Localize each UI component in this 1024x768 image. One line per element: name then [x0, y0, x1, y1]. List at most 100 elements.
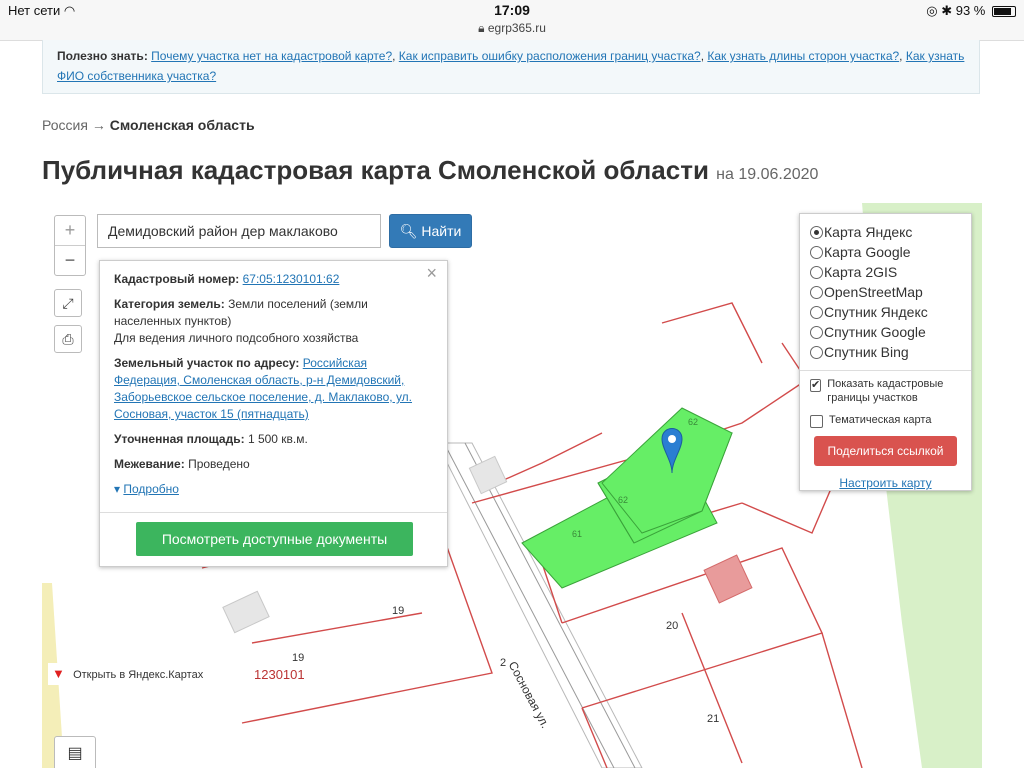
radio-icon[interactable]	[810, 246, 823, 259]
cadastral-boundaries-checkbox[interactable]: ✔ Показать кадастровые границы участков	[800, 377, 971, 405]
map-marker-icon: ▼	[52, 666, 65, 681]
area-label: Уточненная площадь:	[114, 432, 245, 446]
layer-option-label: Спутник Google	[824, 324, 926, 340]
map-label-62a: 62	[618, 495, 629, 505]
map-label-20: 20	[666, 620, 679, 632]
map-label-19a: 19	[392, 605, 405, 617]
battery-text: 93 %	[955, 3, 986, 18]
layer-option-label: Спутник Bing	[824, 344, 909, 360]
checkbox-checked-icon[interactable]: ✔	[810, 379, 822, 392]
clock: 17:09	[494, 2, 530, 18]
popup-divider	[100, 512, 447, 513]
map-label-block: 1230101	[254, 667, 305, 682]
radio-icon[interactable]	[810, 266, 823, 279]
open-in-yandex-maps-link[interactable]: ▼ Открыть в Яндекс.Картах	[48, 663, 210, 685]
map-search-input[interactable]: Демидовский район дер маклаково	[97, 214, 381, 248]
info-link-missing-parcel[interactable]: Почему участка нет на кадастровой карте?	[151, 49, 392, 63]
layer-option[interactable]: Спутник Bing	[800, 342, 971, 362]
find-button-label: Найти	[421, 223, 462, 239]
breadcrumb-root[interactable]: Россия	[42, 117, 88, 133]
layer-option-label: Карта 2GIS	[824, 264, 898, 280]
map-label-19b: 19	[292, 652, 305, 664]
caret-down-icon: ▾	[114, 482, 121, 496]
radio-icon[interactable]	[810, 286, 823, 299]
orientation-lock-icon: ◎	[926, 3, 938, 18]
map-label-61: 61	[572, 529, 583, 539]
layer-options: Карта Яндекс Карта Google Карта 2GIS OpenSt…	[800, 222, 971, 362]
status-bar: Нет сети ◠ 17:09 🔒︎ egrp365.ru ◎ ✱ 93 %	[0, 0, 1024, 41]
radio-icon[interactable]	[810, 326, 823, 339]
book-icon: ▤	[67, 745, 83, 762]
survey-value: Проведено	[188, 457, 250, 471]
configure-map-link[interactable]: Настроить карту	[800, 476, 971, 490]
checkbox1-label: Показать кадастровые границы участков	[827, 378, 944, 404]
layer-option[interactable]: Карта 2GIS	[800, 262, 971, 282]
layer-option[interactable]: Спутник Google	[800, 322, 971, 342]
thematic-map-checkbox[interactable]: Тематическая карта	[800, 413, 971, 428]
details-label: Подробно	[123, 482, 179, 496]
page-title-text: Публичная кадастровая карта Смоленской о…	[42, 155, 709, 185]
layer-option[interactable]: Карта Яндекс	[800, 222, 971, 242]
share-link-button[interactable]: Поделиться ссылкой	[814, 436, 957, 466]
search-icon: 🔍︎	[399, 223, 418, 239]
map-label-2: 2	[500, 657, 507, 669]
layer-option-label: OpenStreetMap	[824, 284, 923, 300]
bluetooth-icon: ✱	[941, 3, 953, 18]
layer-option[interactable]: OpenStreetMap	[800, 282, 971, 302]
fullscreen-button[interactable]: ⤢	[54, 289, 82, 317]
address-label: Земельный участок по адресу:	[114, 356, 300, 370]
breadcrumb-arrow: →	[91, 117, 106, 133]
cadastral-number-row: Кадастровый номер: 67:05:1230101:62	[114, 271, 433, 288]
address-bar[interactable]: 🔒︎ egrp365.ru	[0, 21, 1024, 36]
usage-value: Для ведения личного подсобного хозяйства	[114, 331, 359, 345]
address-row: Земельный участок по адресу: Российская …	[114, 355, 433, 423]
close-icon[interactable]: ×	[426, 264, 437, 282]
yandex-link-label: Открыть в Яндекс.Картах	[73, 669, 204, 681]
layer-option-label: Спутник Яндекс	[824, 304, 928, 320]
survey-row: Межевание: Проведено	[114, 456, 433, 473]
zoom-control: + −	[54, 215, 86, 276]
cadastral-number-link[interactable]: 67:05:1230101:62	[243, 272, 340, 286]
land-category-row: Категория земель: Земли поселений (земли…	[114, 296, 433, 347]
cadastral-label: Кадастровый номер:	[114, 272, 240, 286]
layer-option[interactable]: Спутник Яндекс	[800, 302, 971, 322]
battery-fill	[994, 8, 1011, 16]
radio-icon[interactable]	[810, 226, 823, 239]
battery-icon	[992, 6, 1016, 18]
category-label: Категория земель:	[114, 297, 225, 311]
page-title-date: на 19.06.2020	[716, 166, 819, 183]
info-link-fix-boundaries[interactable]: Как исправить ошибку расположения границ…	[399, 49, 701, 63]
view-documents-button[interactable]: Посмотреть доступные документы	[136, 522, 413, 556]
zoom-in-button[interactable]: +	[55, 216, 85, 246]
checkbox-unchecked-icon[interactable]	[810, 415, 823, 428]
lock-icon: 🔒︎	[478, 21, 485, 35]
find-button[interactable]: 🔍︎ Найти	[389, 214, 472, 248]
breadcrumb: Россия → Смоленская область	[42, 117, 255, 133]
zoom-out-button[interactable]: −	[55, 246, 85, 275]
area-value: 1 500 кв.м.	[247, 432, 308, 446]
layer-option[interactable]: Карта Google	[800, 242, 971, 262]
details-toggle[interactable]: ▾ Подробно	[114, 481, 433, 498]
legend-button[interactable]: ▤	[54, 736, 96, 768]
layer-option-label: Карта Яндекс	[824, 224, 913, 240]
layers-divider	[800, 370, 971, 371]
area-row: Уточненная площадь: 1 500 кв.м.	[114, 431, 433, 448]
breadcrumb-current: Смоленская область	[109, 117, 255, 133]
cadastral-map[interactable]: 19 19 1230101 2 20 21 Сосновая ул. 61 62…	[42, 203, 982, 768]
print-button[interactable]: ⎙	[54, 325, 82, 353]
radio-icon[interactable]	[810, 306, 823, 319]
layer-option-label: Карта Google	[824, 244, 911, 260]
page-title: Публичная кадастровая карта Смоленской о…	[42, 155, 818, 186]
info-link-side-lengths[interactable]: Как узнать длины сторон участка?	[707, 49, 899, 63]
expand-icon: ⤢	[62, 295, 74, 311]
url-text: egrp365.ru	[487, 21, 546, 35]
radio-icon[interactable]	[810, 346, 823, 359]
map-label-62b: 62	[688, 417, 699, 427]
checkbox2-label: Тематическая карта	[829, 414, 932, 426]
battery-status: ◎ ✱ 93 %	[926, 3, 1016, 19]
survey-label: Межевание:	[114, 457, 185, 471]
parcel-info-popup: × Кадастровый номер: 67:05:1230101:62 Ка…	[99, 260, 448, 567]
map-layers-panel: Карта Яндекс Карта Google Карта 2GIS OpenSt…	[799, 213, 972, 491]
printer-icon: ⎙	[62, 331, 74, 347]
useful-info-box: Полезно знать: Почему участка нет на кад…	[42, 40, 980, 94]
